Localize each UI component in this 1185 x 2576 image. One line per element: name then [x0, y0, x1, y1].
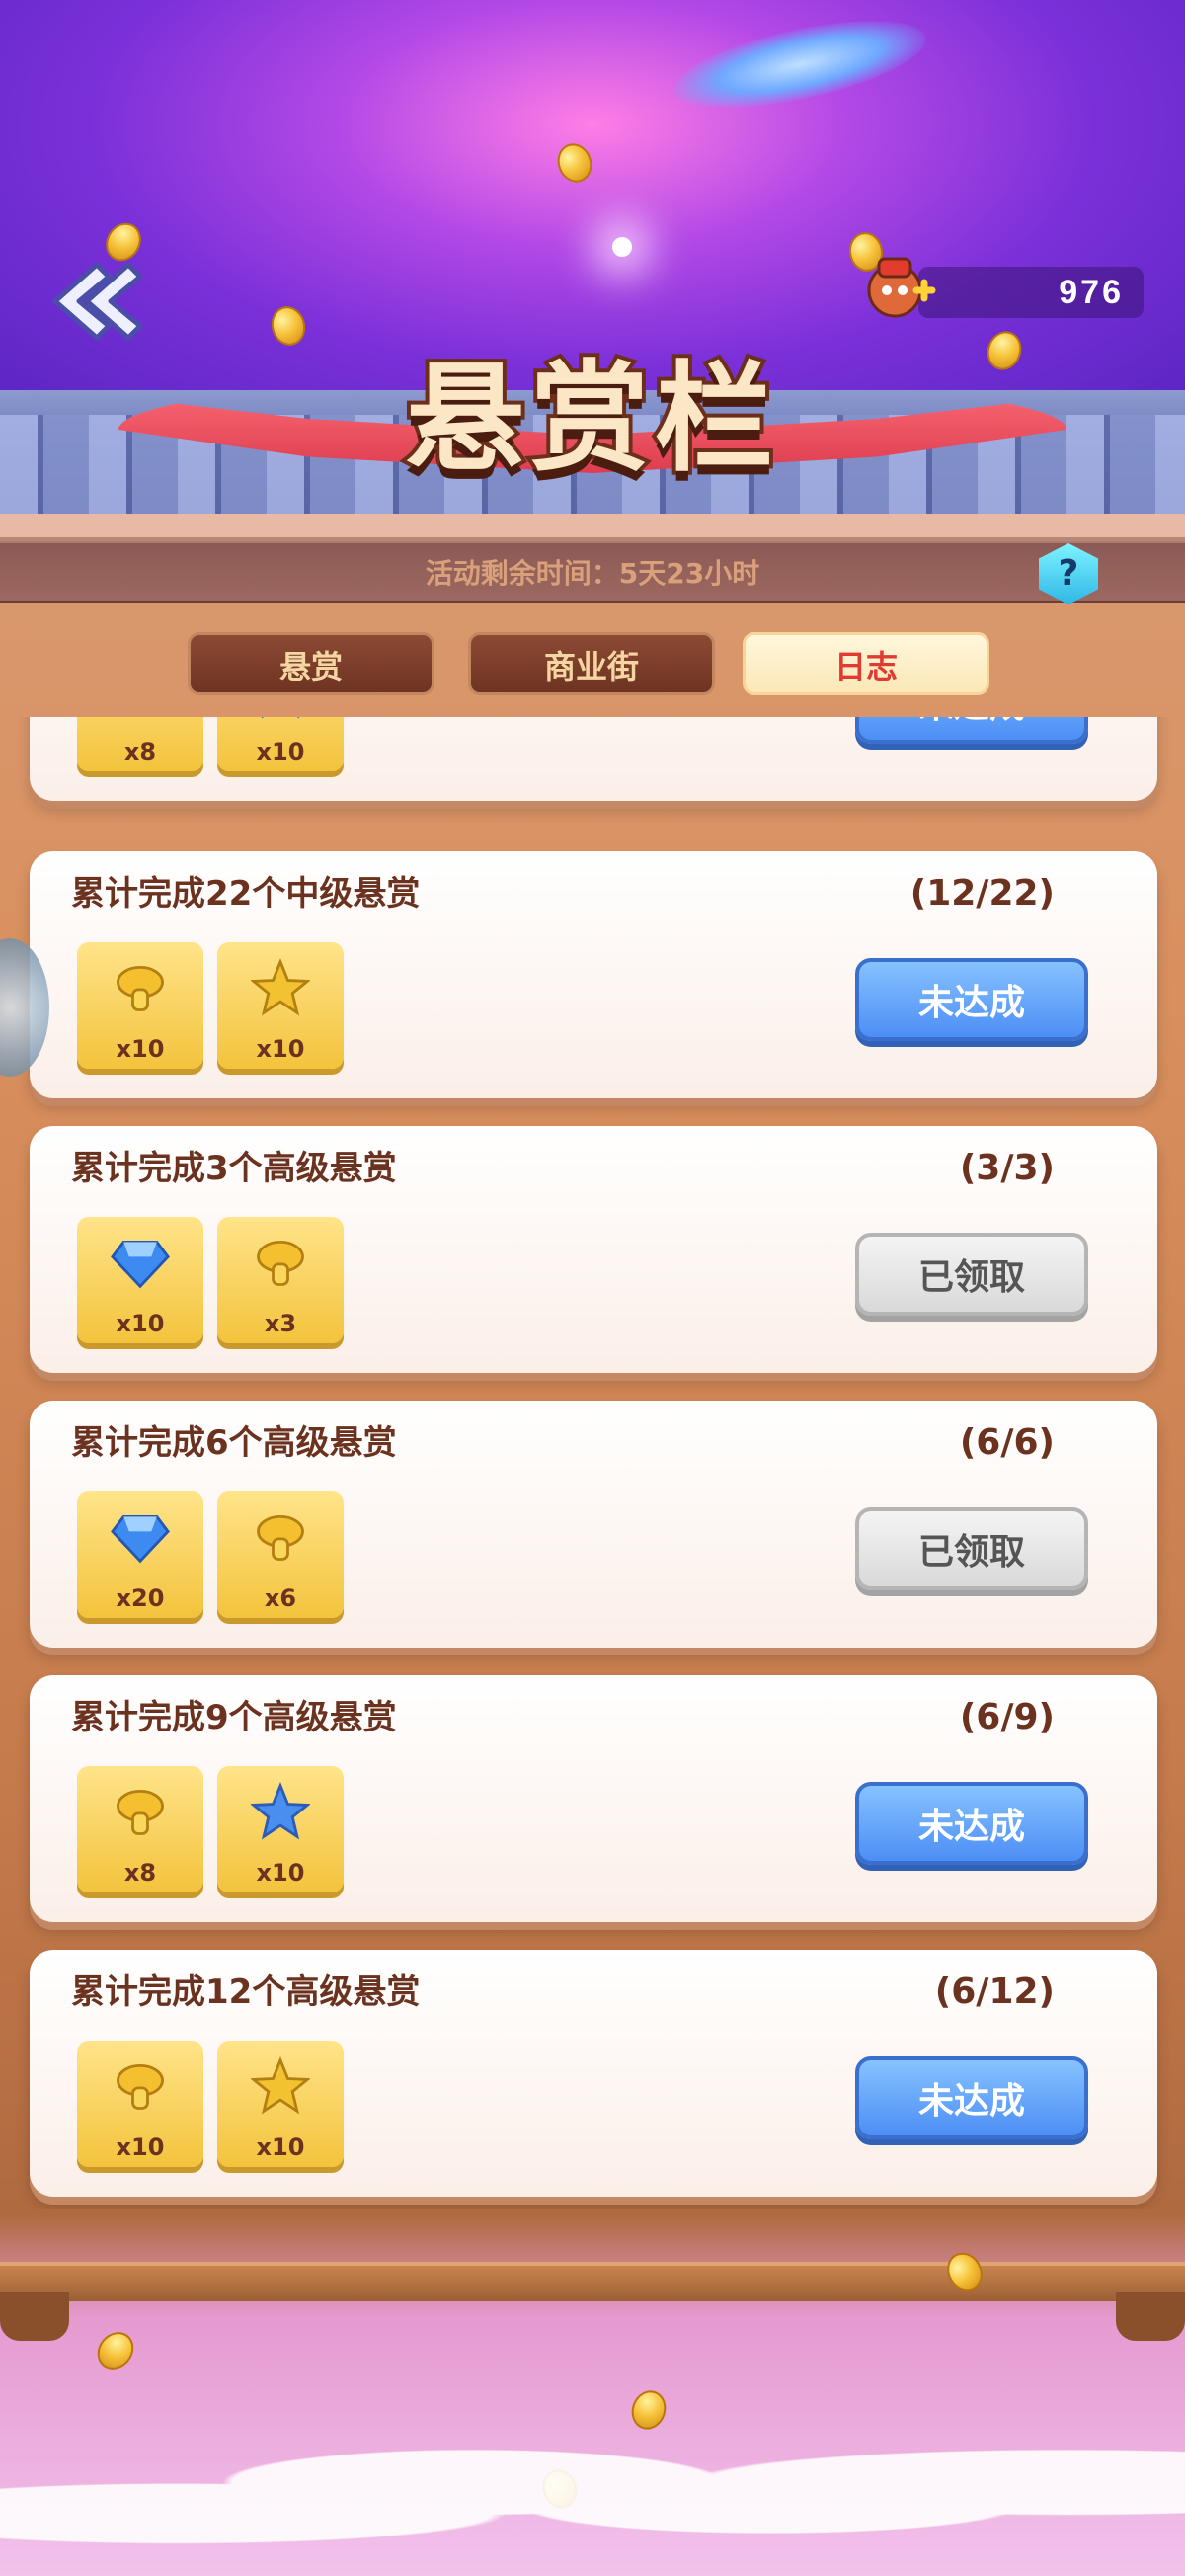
reward-slot: x10	[217, 1766, 344, 1892]
task-progress: (12/22)	[909, 873, 1055, 914]
task-card: 累计完成22个中级悬赏 (12/22) x10 x10 未达成	[30, 851, 1157, 1098]
reward-slot: x8	[77, 1766, 203, 1892]
task-card: x8 x10 未达成	[30, 717, 1157, 801]
reward-slot: x20	[77, 1491, 203, 1618]
reward-slot: x10	[77, 942, 203, 1069]
currency-display[interactable]: 976	[859, 257, 1146, 322]
double-chevron-left-icon	[52, 262, 143, 341]
mushroom-icon	[109, 717, 172, 722]
task-title: 累计完成22个中级悬赏	[71, 874, 421, 914]
not-achieved-button[interactable]: 未达成	[855, 1782, 1088, 1865]
not-achieved-button[interactable]: 未达成	[855, 717, 1088, 744]
coin-decoration	[552, 138, 597, 188]
diamond-icon	[109, 1231, 172, 1294]
mushroom-icon	[109, 1780, 172, 1843]
reward-quantity: x10	[116, 2133, 165, 2161]
timer-strip: 活动剩余时间：5天23小时	[0, 541, 1185, 603]
roof-edge	[0, 514, 1185, 541]
blue-star-icon	[249, 717, 312, 722]
coin-decoration	[982, 326, 1027, 375]
cloud-decoration	[0, 2420, 1185, 2576]
reward-quantity: x8	[123, 738, 157, 765]
task-progress: (6/6)	[959, 1422, 1055, 1463]
gold-star-icon	[249, 2054, 312, 2118]
reward-quantity: x10	[256, 738, 305, 765]
mushroom-icon	[249, 1505, 312, 1569]
reward-quantity: x20	[116, 1584, 165, 1612]
reward-quantity: x6	[264, 1584, 297, 1612]
cloud-decoration	[667, 3, 933, 125]
claimed-button[interactable]: 已领取	[855, 1233, 1088, 1316]
reward-quantity: x10	[256, 1035, 305, 1063]
post-right	[1116, 2292, 1185, 2341]
tab-bar: 悬赏 商业街 日志	[0, 632, 1185, 697]
reward-quantity: x10	[256, 1859, 305, 1887]
coin-decoration	[90, 2324, 141, 2377]
task-card: 累计完成3个高级悬赏 (3/3) x10 x3 已领取	[30, 1126, 1157, 1373]
diamond-icon	[109, 1505, 172, 1569]
post-left	[0, 2292, 69, 2341]
mushroom-icon	[109, 2054, 172, 2118]
task-progress: (3/3)	[959, 1148, 1055, 1188]
task-card: 累计完成6个高级悬赏 (6/6) x20 x6 已领取	[30, 1401, 1157, 1648]
task-progress: (6/9)	[959, 1697, 1055, 1737]
task-title: 累计完成6个高级悬赏	[71, 1423, 397, 1463]
reward-slot: x8	[77, 717, 203, 771]
task-card: 累计完成9个高级悬赏 (6/9) x8 x10 未达成	[30, 1675, 1157, 1922]
coin-decoration	[267, 302, 310, 350]
task-title: 累计完成9个高级悬赏	[71, 1698, 397, 1737]
event-timer: 活动剩余时间：5天23小时	[425, 557, 760, 590]
page-title: 悬赏栏	[402, 347, 779, 492]
task-progress: (6/12)	[934, 1972, 1055, 2012]
mushroom-icon	[109, 956, 172, 1019]
task-title: 累计完成3个高级悬赏	[71, 1149, 397, 1188]
reward-slot: x10	[217, 942, 344, 1069]
back-button[interactable]	[38, 257, 146, 346]
reward-quantity: x10	[256, 2133, 305, 2161]
reward-slot: x6	[217, 1491, 344, 1618]
task-list[interactable]: x8 x10 未达成 累计完成22个中级悬赏 (12/22) x10 x10 未…	[0, 717, 1185, 2209]
task-title: 累计完成12个高级悬赏	[71, 1972, 421, 2012]
reward-quantity: x8	[123, 1859, 157, 1887]
reward-slot: x3	[217, 1217, 344, 1343]
claimed-button[interactable]: 已领取	[855, 1507, 1088, 1590]
sparkle-decoration	[612, 237, 632, 257]
floor-rail	[0, 2262, 1185, 2301]
gold-star-icon	[249, 956, 312, 1019]
reward-slot: x10	[217, 717, 344, 771]
tab-log[interactable]: 日志	[743, 632, 989, 695]
reward-quantity: x10	[116, 1310, 165, 1337]
tab-commercial-street[interactable]: 商业街	[468, 632, 715, 695]
not-achieved-button[interactable]: 未达成	[855, 958, 1088, 1041]
task-card: 累计完成12个高级悬赏 (6/12) x10 x10 未达成	[30, 1950, 1157, 2197]
currency-value: 976	[1059, 274, 1124, 311]
reward-quantity: x3	[264, 1310, 297, 1337]
tab-bounty[interactable]: 悬赏	[188, 632, 434, 695]
reward-slot: x10	[77, 1217, 203, 1343]
not-achieved-button[interactable]: 未达成	[855, 2056, 1088, 2139]
reward-quantity: x10	[116, 1035, 165, 1063]
reward-slot: x10	[77, 2041, 203, 2167]
blue-star-icon	[249, 1780, 312, 1843]
reward-slot: x10	[217, 2041, 344, 2167]
mushroom-icon	[249, 1231, 312, 1294]
character-avatar-icon	[859, 249, 938, 328]
